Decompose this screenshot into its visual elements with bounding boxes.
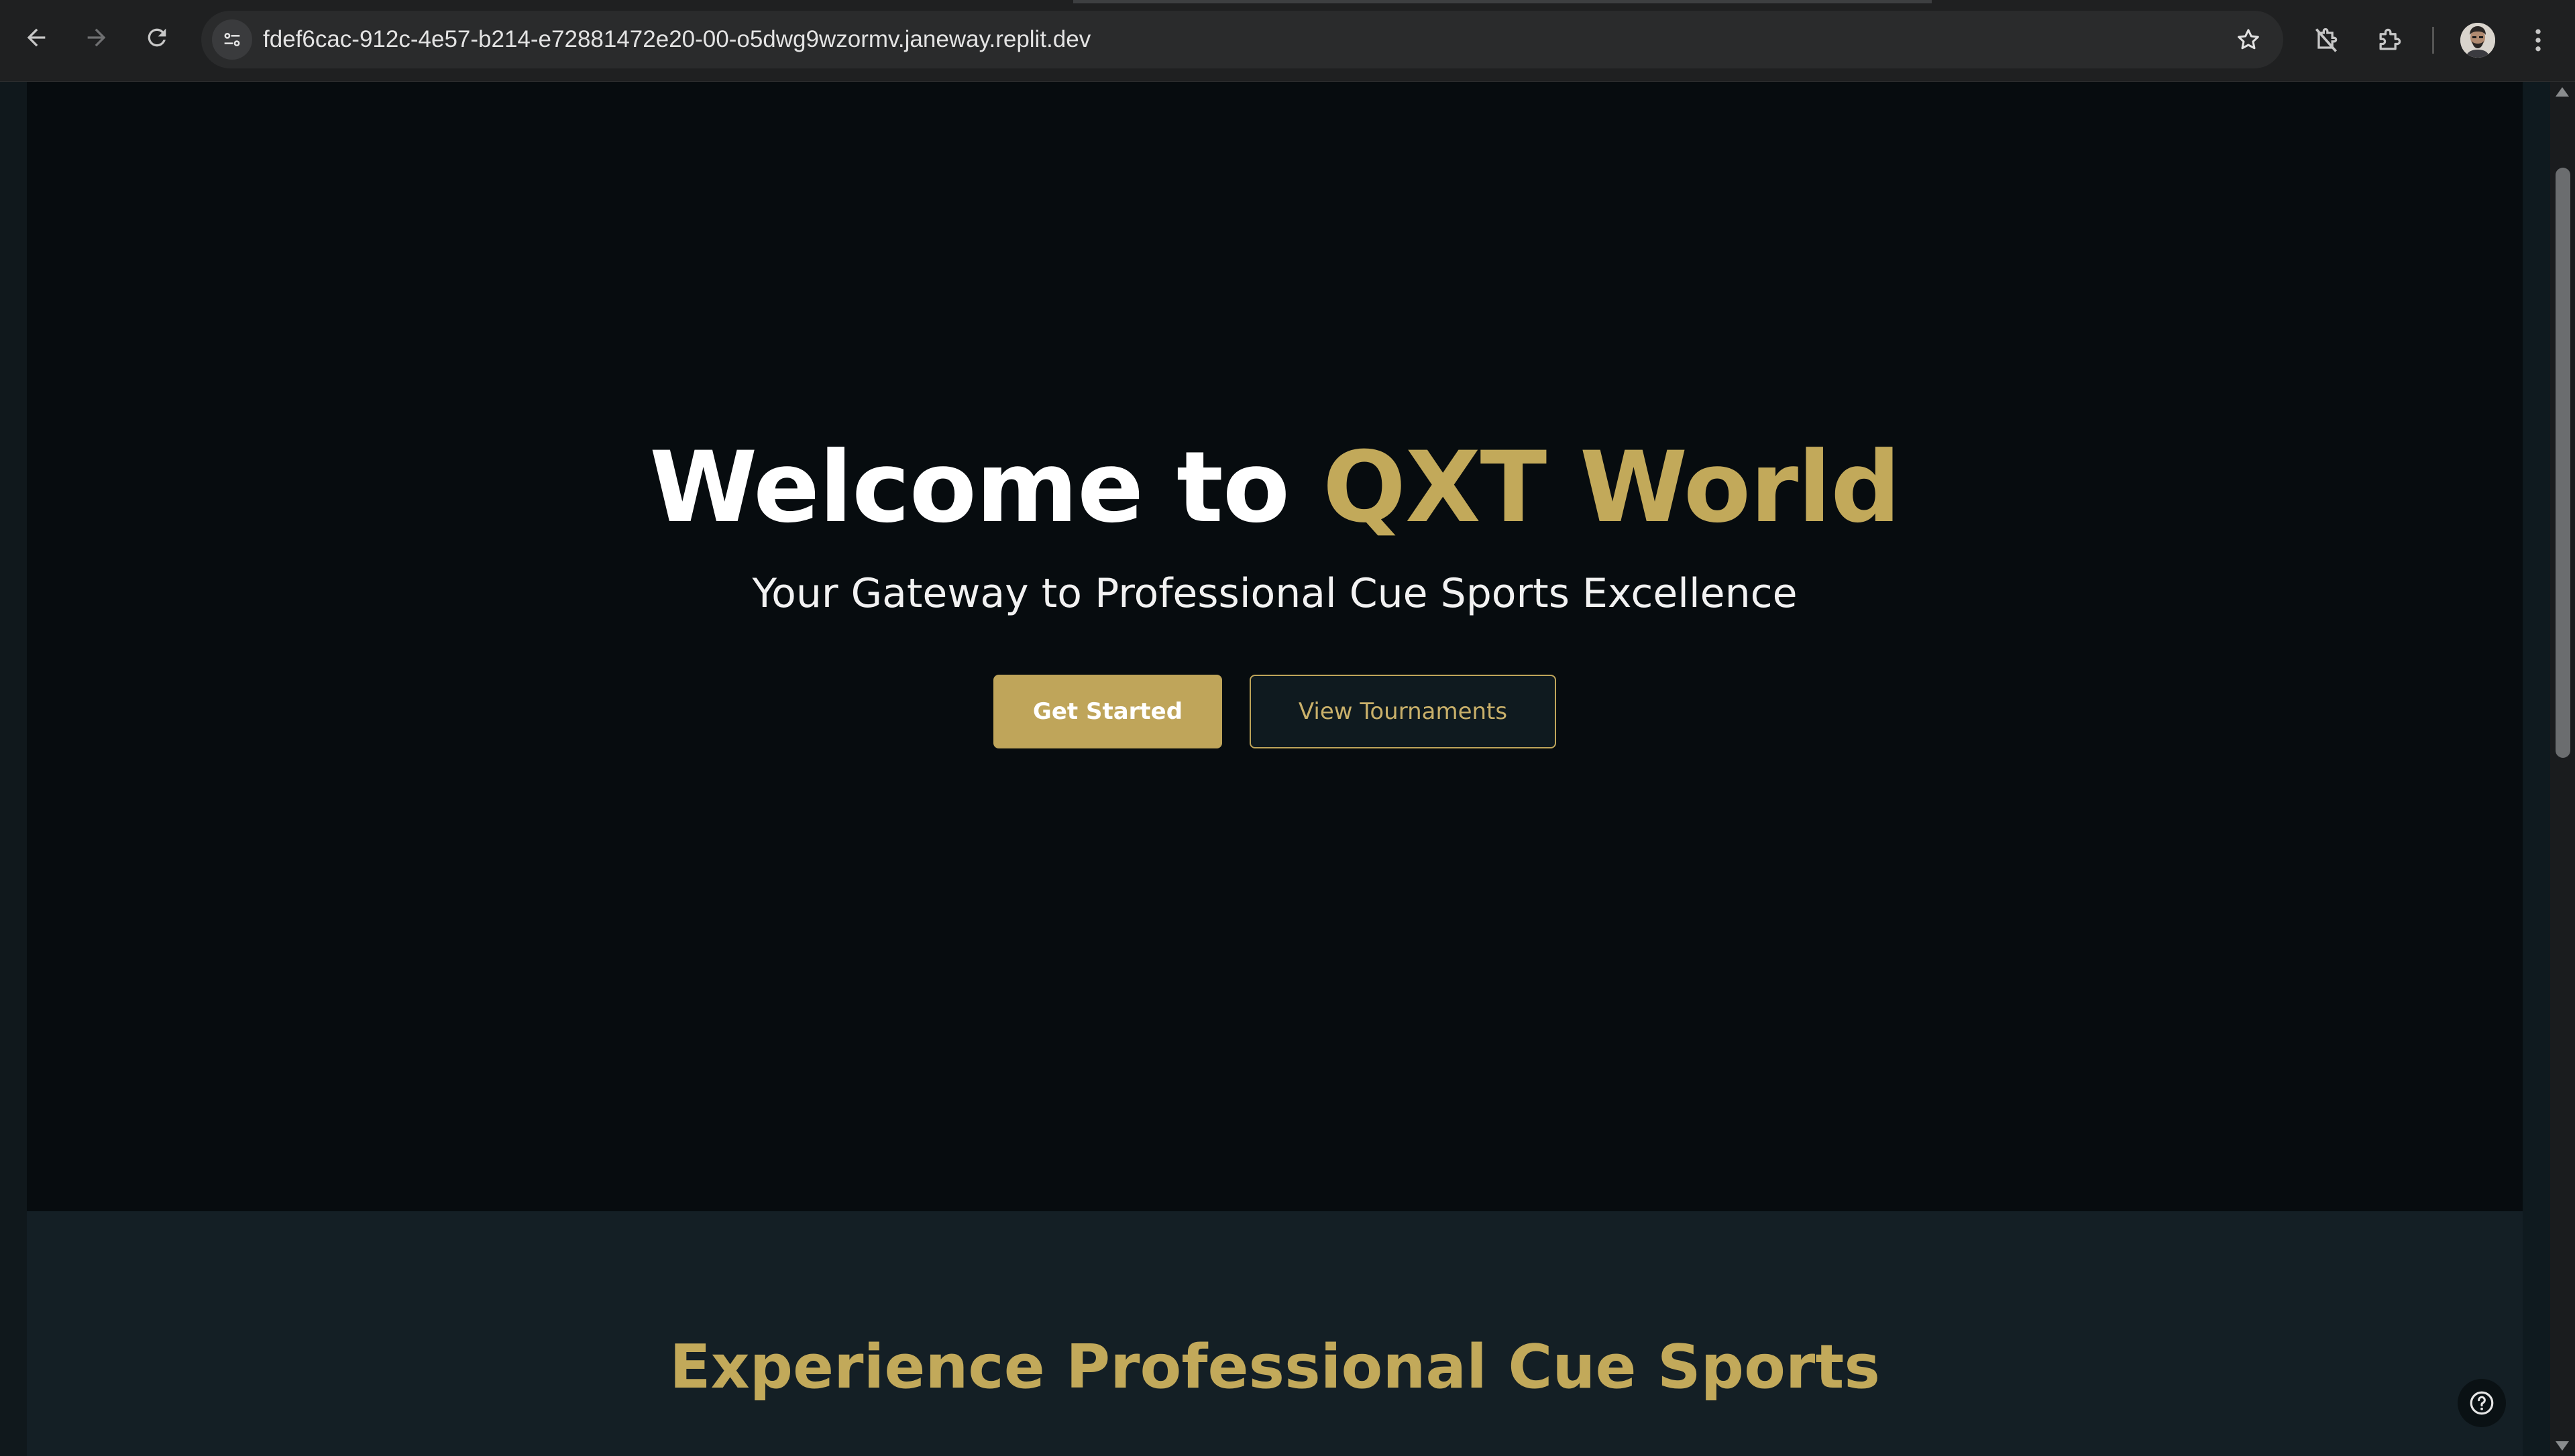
browser-toolbar: fdef6cac-912c-4e57-b214-e72881472e20-00-… <box>0 0 2575 82</box>
hero-title: Welcome to QXT World <box>27 431 2523 545</box>
avatar-image <box>2460 23 2495 58</box>
back-button[interactable] <box>15 16 58 59</box>
kebab-menu-icon <box>2535 29 2541 52</box>
hero-subtitle: Your Gateway to Professional Cue Sports … <box>752 570 1798 617</box>
hero-title-accent: QXT World <box>1322 431 1901 545</box>
tune-icon <box>224 32 240 47</box>
puzzle-icon <box>2379 28 2401 50</box>
help-icon <box>2470 1391 2494 1415</box>
site-info-button[interactable] <box>212 19 252 60</box>
extension-blocked-button[interactable] <box>2305 19 2348 62</box>
hero-title-prefix: Welcome to <box>649 431 1323 545</box>
get-started-button[interactable]: Get Started <box>993 675 1222 748</box>
extension-off-icon <box>2315 27 2338 52</box>
features-heading: Experience Professional Cue Sports <box>669 1332 1880 1402</box>
view-tournaments-button[interactable]: View Tournaments <box>1250 675 1556 748</box>
help-button[interactable] <box>2458 1379 2506 1427</box>
toolbar-divider <box>2432 27 2434 54</box>
arrow-right-icon <box>87 28 106 47</box>
star-icon <box>2238 29 2259 50</box>
vertical-scrollbar[interactable] <box>2550 82 2575 1456</box>
page-viewport: Welcome to QXT World Your Gateway to Pro… <box>0 82 2575 1456</box>
extensions-button[interactable] <box>2368 19 2411 62</box>
arrow-left-icon <box>27 28 46 47</box>
scroll-up-arrow-icon[interactable] <box>2556 87 2569 97</box>
address-bar[interactable]: fdef6cac-912c-4e57-b214-e72881472e20-00-… <box>201 11 2283 68</box>
page-right-margin <box>2523 82 2550 1456</box>
bookmark-button[interactable] <box>2228 19 2268 60</box>
hero-section: Welcome to QXT World Your Gateway to Pro… <box>27 82 2523 1211</box>
browser-menu-button[interactable] <box>2517 19 2560 62</box>
reload-icon <box>148 28 166 47</box>
url-text[interactable]: fdef6cac-912c-4e57-b214-e72881472e20-00-… <box>263 11 1091 68</box>
tab-strip-edge <box>1073 0 1932 3</box>
forward-button[interactable] <box>75 16 118 59</box>
page-left-margin <box>0 82 27 1456</box>
reload-button[interactable] <box>135 16 178 59</box>
scrollbar-thumb[interactable] <box>2556 168 2570 758</box>
features-section: Experience Professional Cue Sports <box>27 1211 2523 1456</box>
scroll-down-arrow-icon[interactable] <box>2556 1441 2569 1451</box>
profile-avatar[interactable] <box>2460 23 2495 58</box>
